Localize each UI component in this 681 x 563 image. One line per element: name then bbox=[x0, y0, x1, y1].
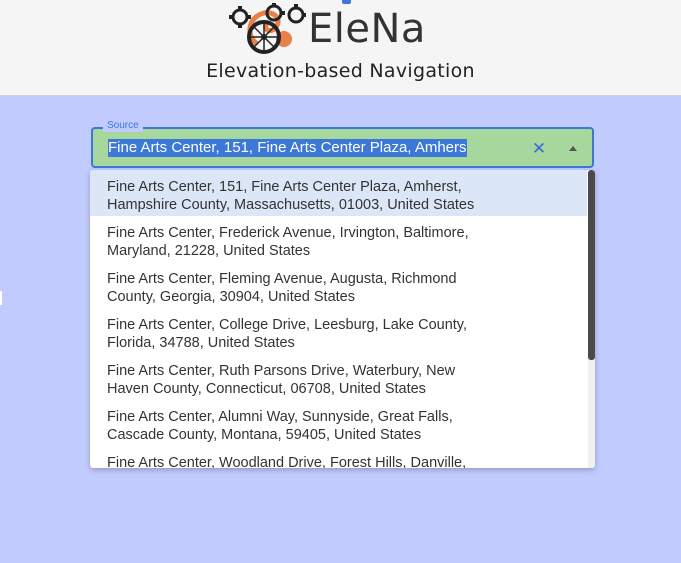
source-input-value: Fine Arts Center, 151, Fine Arts Center … bbox=[108, 139, 467, 157]
options-list: Fine Arts Center, 151, Fine Arts Center … bbox=[90, 170, 587, 468]
list-item[interactable]: Fine Arts Center, Frederick Avenue, Irvi… bbox=[90, 216, 587, 262]
bicycle-gears-icon bbox=[229, 3, 306, 54]
source-autocomplete[interactable]: Source Fine Arts Center, 151, Fine Arts … bbox=[91, 120, 594, 168]
logo: EleNa bbox=[226, 2, 426, 56]
scrollbar[interactable] bbox=[588, 170, 595, 468]
caret-up-icon[interactable] bbox=[563, 139, 583, 159]
tagline: Elevation-based Navigation bbox=[206, 60, 475, 82]
side-marker bbox=[0, 291, 2, 305]
list-item[interactable]: Fine Arts Center, Woodland Drive, Forest… bbox=[90, 446, 587, 468]
brand-name: EleNa bbox=[308, 6, 426, 52]
list-item[interactable]: Fine Arts Center, Fleming Avenue, August… bbox=[90, 262, 587, 308]
list-item[interactable]: Fine Arts Center, Alumni Way, Sunnyside,… bbox=[90, 400, 587, 446]
close-icon[interactable]: ✕ bbox=[531, 139, 547, 159]
scrollbar-thumb[interactable] bbox=[588, 170, 595, 360]
app-header: EleNa Elevation-based Navigation bbox=[0, 0, 681, 96]
source-suggestions-listbox[interactable]: Fine Arts Center, 151, Fine Arts Center … bbox=[90, 170, 595, 468]
source-input[interactable]: Fine Arts Center, 151, Fine Arts Center … bbox=[107, 139, 527, 159]
list-item[interactable]: Fine Arts Center, 151, Fine Arts Center … bbox=[90, 170, 587, 216]
list-item[interactable]: Fine Arts Center, Ruth Parsons Drive, Wa… bbox=[90, 354, 587, 400]
list-item[interactable]: Fine Arts Center, College Drive, Leesbur… bbox=[90, 308, 587, 354]
source-label: Source bbox=[103, 120, 143, 132]
